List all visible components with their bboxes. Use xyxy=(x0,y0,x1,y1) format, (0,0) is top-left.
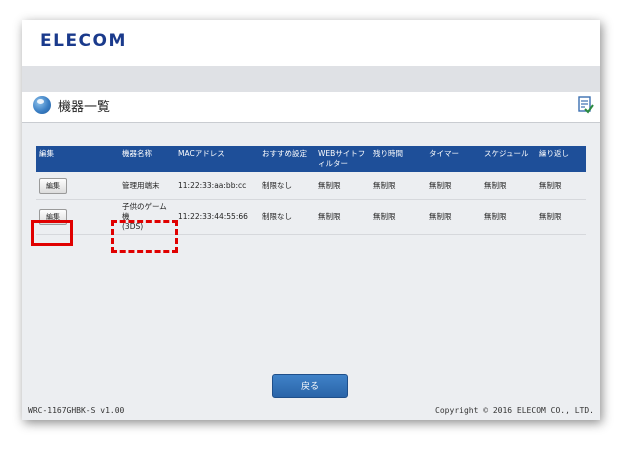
copyright: Copyright © 2016 ELECOM CO., LTD. xyxy=(435,406,594,415)
remaining-cell: 無制限 xyxy=(370,199,426,235)
main-content: 編集 機器名称 MACアドレス おすすめ設定 WEBサイトフィルター 残り時間 … xyxy=(22,123,600,420)
schedule-cell: 無制限 xyxy=(481,172,536,200)
table-row: 編集 管理用端末 11:22:33:aa:bb:cc 制限なし 無制限 無制限 … xyxy=(36,172,586,200)
web-filter-cell: 無制限 xyxy=(315,172,370,200)
globe-icon xyxy=(33,96,51,114)
device-name-highlight xyxy=(111,220,178,253)
router-admin-window: ELECOM 機器一覧 編集 機器名称 MACアドレス おすすめ設定 WEBサイ… xyxy=(22,20,600,420)
header-bar: ELECOM xyxy=(22,20,600,66)
recommended-cell: 制限なし xyxy=(259,199,315,235)
header-band xyxy=(22,66,600,92)
column-header-device-name: 機器名称 xyxy=(119,146,175,172)
timer-cell: 無制限 xyxy=(426,199,481,235)
mac-cell: 11:22:33:aa:bb:cc xyxy=(175,172,259,200)
repeat-cell: 無制限 xyxy=(536,199,586,235)
checklist-icon[interactable] xyxy=(578,96,594,114)
device-name: 子供のゲーム機 xyxy=(122,202,167,221)
column-header-timer: タイマー xyxy=(426,146,481,172)
edit-cell: 編集 xyxy=(36,172,119,200)
edit-button[interactable]: 編集 xyxy=(39,177,67,194)
remaining-cell: 無制限 xyxy=(370,172,426,200)
timer-cell: 無制限 xyxy=(426,172,481,200)
web-filter-cell: 無制限 xyxy=(315,199,370,235)
schedule-cell: 無制限 xyxy=(481,199,536,235)
model-version: WRC-1167GHBK-S v1.00 xyxy=(28,406,125,415)
elecom-logo: ELECOM xyxy=(40,31,127,51)
device-name-cell: 管理用端末 xyxy=(119,172,175,200)
back-button[interactable]: 戻る xyxy=(272,374,348,398)
page-title: 機器一覧 xyxy=(58,100,111,115)
column-header-edit: 編集 xyxy=(36,146,119,172)
recommended-cell: 制限なし xyxy=(259,172,315,200)
mac-cell: 11:22:33:44:55:66 xyxy=(175,199,259,235)
column-header-mac: MACアドレス xyxy=(175,146,259,172)
column-header-remaining: 残り時間 xyxy=(370,146,426,172)
table-header-row: 編集 機器名称 MACアドレス おすすめ設定 WEBサイトフィルター 残り時間 … xyxy=(36,146,586,172)
column-header-web-filter: WEBサイトフィルター xyxy=(315,146,370,172)
page-title-bar: 機器一覧 xyxy=(22,92,600,123)
column-header-schedule: スケジュール xyxy=(481,146,536,172)
column-header-repeat: 繰り返し xyxy=(536,146,586,172)
column-header-recommended: おすすめ設定 xyxy=(259,146,315,172)
edit-button-highlight xyxy=(31,220,73,246)
repeat-cell: 無制限 xyxy=(536,172,586,200)
